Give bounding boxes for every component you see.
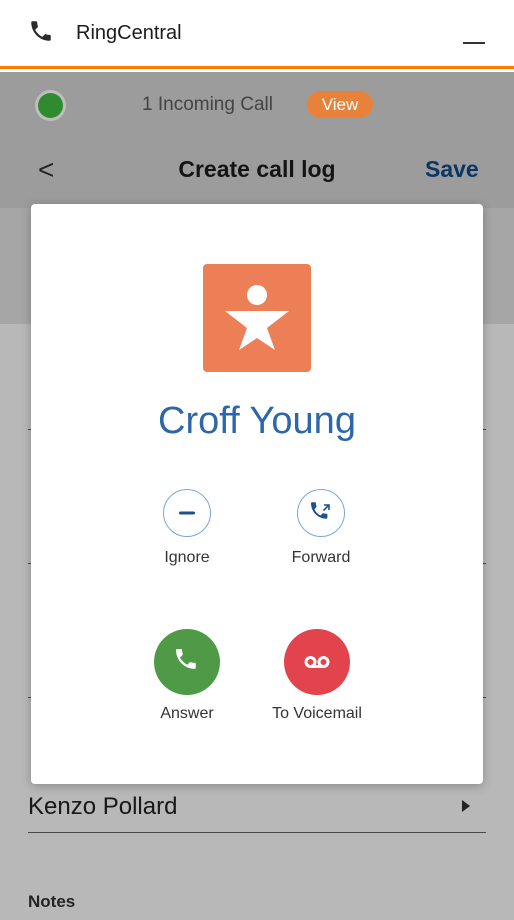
app-titlebar: RingCentral bbox=[0, 0, 514, 69]
forward-label: Forward bbox=[291, 549, 351, 566]
ignore-button[interactable] bbox=[163, 489, 211, 537]
app-title: RingCentral bbox=[76, 22, 182, 44]
caller-name: Croff Young bbox=[158, 400, 356, 442]
ignore-label: Ignore bbox=[164, 549, 210, 566]
answer-action[interactable]: Answer bbox=[147, 629, 227, 723]
status-dot bbox=[38, 93, 63, 118]
minimize-button[interactable] bbox=[463, 42, 485, 44]
answer-button[interactable] bbox=[154, 629, 220, 695]
voicemail-action[interactable]: To Voicemail bbox=[257, 629, 377, 723]
forward-button[interactable] bbox=[297, 489, 345, 537]
phone-icon bbox=[31, 21, 51, 41]
view-button[interactable]: View bbox=[307, 91, 373, 118]
voicemail-icon bbox=[304, 656, 330, 668]
incoming-call-text: 1 Incoming Call bbox=[142, 94, 273, 115]
minus-icon bbox=[178, 511, 195, 514]
phone-icon bbox=[176, 649, 196, 669]
ignore-action[interactable]: Ignore bbox=[154, 489, 220, 567]
answer-label: Answer bbox=[160, 705, 214, 722]
voicemail-label: To Voicemail bbox=[272, 705, 362, 722]
forward-action[interactable]: Forward bbox=[281, 489, 361, 567]
avatar bbox=[203, 264, 311, 372]
voicemail-button[interactable] bbox=[284, 629, 350, 695]
phone-forward-icon bbox=[310, 501, 330, 519]
incoming-call-dialog: Croff Young Ignore Forward Answer To Voi… bbox=[31, 204, 483, 784]
person-icon bbox=[225, 285, 289, 350]
